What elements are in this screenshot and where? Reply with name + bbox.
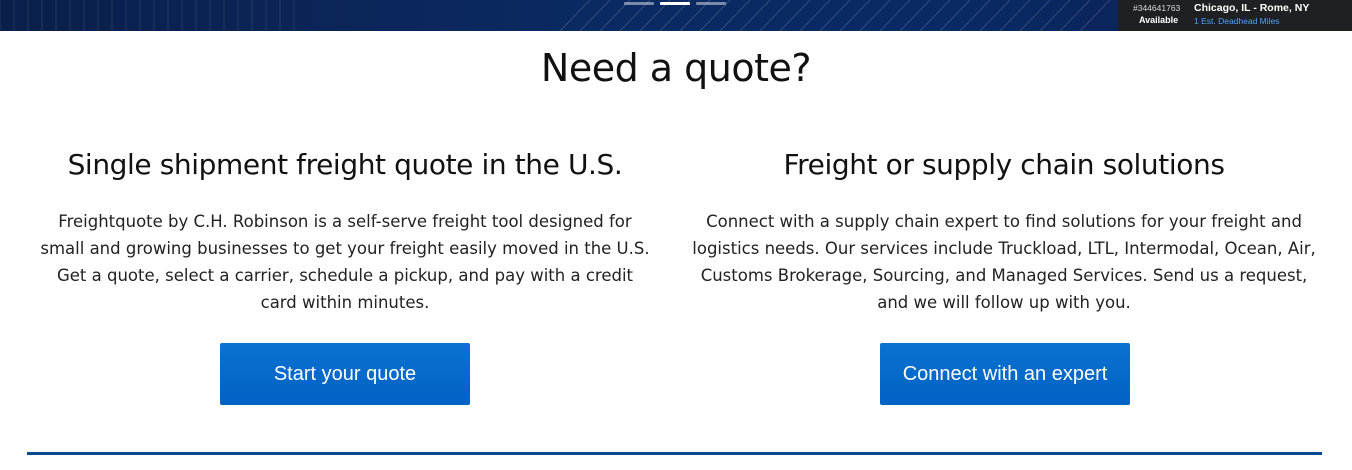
page-title: Need a quote? [540,46,812,90]
single-shipment-description: Freightquote by C.H. Robinson is a self-… [40,212,650,312]
carousel-indicators [624,2,726,5]
load-id: #344641763 [1133,3,1181,13]
supply-chain-heading: Freight or supply chain solutions [783,148,1225,181]
start-quote-button[interactable]: Start your quote [220,343,470,405]
load-status: Available [1139,15,1179,25]
supply-chain-section: Freight or supply chain solutions Connec… [690,145,1318,316]
supply-chain-description: Connect with a supply chain expert to fi… [692,212,1316,312]
carousel-dot-3[interactable] [696,2,726,5]
hero-banner: #344641763 Chicago, IL - Rome, NY Availa… [0,0,1352,31]
load-route: Chicago, IL - Rome, NY [1194,2,1310,14]
section-divider [27,452,1322,455]
carousel-dot-2[interactable] [660,2,690,5]
load-card: #344641763 Chicago, IL - Rome, NY Availa… [1118,0,1352,31]
single-shipment-heading: Single shipment freight quote in the U.S… [67,148,623,181]
carousel-dot-1[interactable] [624,2,654,5]
connect-expert-button[interactable]: Connect with an expert [880,343,1130,405]
single-shipment-section: Single shipment freight quote in the U.S… [38,145,652,316]
load-deadhead: 1 Est. Deadhead Miles [1194,15,1280,26]
